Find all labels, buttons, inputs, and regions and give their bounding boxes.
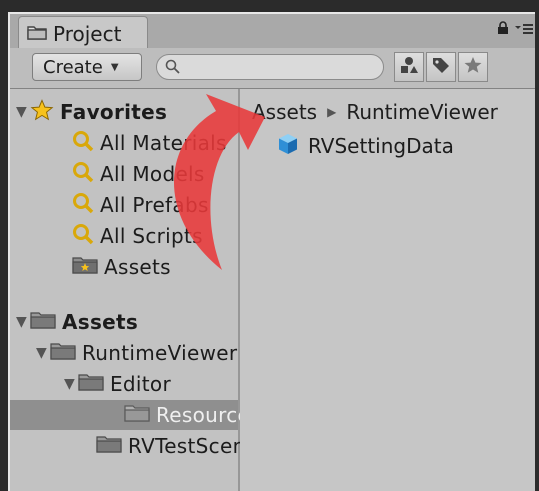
favorite-item-label: All Models xyxy=(100,162,205,186)
save-search-button[interactable] xyxy=(458,52,488,82)
expand-arrow-icon[interactable]: ▼ xyxy=(36,345,50,361)
expand-arrow-icon[interactable]: ▼ xyxy=(16,314,30,330)
folder-icon xyxy=(30,310,56,335)
folder-icon xyxy=(96,434,122,459)
favorite-item-label: Assets xyxy=(104,255,171,279)
favorite-star-icon xyxy=(30,98,54,126)
tree-item-editor[interactable]: ▼ Editor xyxy=(10,369,238,399)
tree-item-runtimeviewer[interactable]: ▼ RuntimeViewer xyxy=(10,338,238,368)
asset-item-label: RVSettingData xyxy=(308,134,454,158)
tree-item-rvtestscenes[interactable]: RVTestScenes xyxy=(10,431,269,461)
asset-list-pane: Assets ▶ RuntimeViewer RVSettingData xyxy=(240,89,539,491)
create-button[interactable]: Create ▼ xyxy=(32,53,142,81)
tab-bar: Project xyxy=(10,14,539,50)
assets-root[interactable]: ▼ Assets xyxy=(10,307,238,337)
search-input[interactable] xyxy=(156,54,384,80)
folder-tree-pane: ▼ Favorites All Materials All Models All… xyxy=(10,89,269,491)
favorite-item-all-prefabs[interactable]: All Prefabs xyxy=(10,190,238,220)
screen-edge xyxy=(535,0,539,491)
asset-item-rvsettingdata[interactable]: RVSettingData xyxy=(276,131,454,161)
breadcrumb-separator-icon: ▶ xyxy=(327,105,337,119)
tree-item-resources[interactable]: Resources xyxy=(10,400,261,430)
favorites-label: Favorites xyxy=(60,100,168,124)
filter-by-label-button[interactable] xyxy=(426,52,456,82)
expand-arrow-icon[interactable]: ▼ xyxy=(64,376,78,392)
favorite-item-label: All Scripts xyxy=(100,224,203,248)
tab-title: Project xyxy=(53,21,122,46)
favorite-item-label: All Prefabs xyxy=(100,193,209,217)
scriptable-object-cube-icon xyxy=(276,132,300,161)
favorite-folder-icon xyxy=(72,255,98,280)
dropdown-caret-icon: ▼ xyxy=(110,61,119,73)
search-icon xyxy=(72,161,94,188)
folder-icon xyxy=(50,341,76,366)
assets-label: Assets xyxy=(62,310,139,334)
menu-icon[interactable] xyxy=(515,20,533,39)
favorite-item-all-scripts[interactable]: All Scripts xyxy=(10,221,238,251)
breadcrumb-item-assets[interactable]: Assets xyxy=(252,100,317,124)
favorite-item-assets[interactable]: Assets xyxy=(10,252,238,282)
favorite-star-icon xyxy=(463,56,483,78)
breadcrumb-item-runtimeviewer[interactable]: RuntimeViewer xyxy=(346,100,498,124)
tree-item-label: RuntimeViewer xyxy=(82,341,238,365)
folder-icon xyxy=(78,372,104,397)
tab-project[interactable]: Project xyxy=(18,16,148,50)
filter-by-type-button[interactable] xyxy=(394,52,424,82)
folder-icon xyxy=(124,403,150,428)
search-icon xyxy=(165,59,181,79)
filter-by-label-icon xyxy=(431,56,451,78)
search-icon xyxy=(72,130,94,157)
favorite-item-all-materials[interactable]: All Materials xyxy=(10,128,238,158)
create-button-label: Create xyxy=(43,56,103,78)
search-icon xyxy=(72,223,94,250)
search-icon xyxy=(72,192,94,219)
tree-item-label: Editor xyxy=(110,372,171,396)
expand-arrow-icon[interactable]: ▼ xyxy=(16,104,30,120)
project-window: Project Create ▼ ▼ Favorites All Materia… xyxy=(8,12,539,491)
favorites-header[interactable]: ▼ Favorites xyxy=(10,97,238,127)
favorite-item-all-models[interactable]: All Models xyxy=(10,159,238,189)
lock-icon[interactable] xyxy=(497,20,509,39)
toolbar: Create ▼ xyxy=(10,48,539,89)
folder-icon xyxy=(27,24,47,44)
filter-by-type-icon xyxy=(399,56,419,78)
breadcrumb: Assets ▶ RuntimeViewer xyxy=(252,99,498,125)
favorite-item-label: All Materials xyxy=(100,131,227,155)
